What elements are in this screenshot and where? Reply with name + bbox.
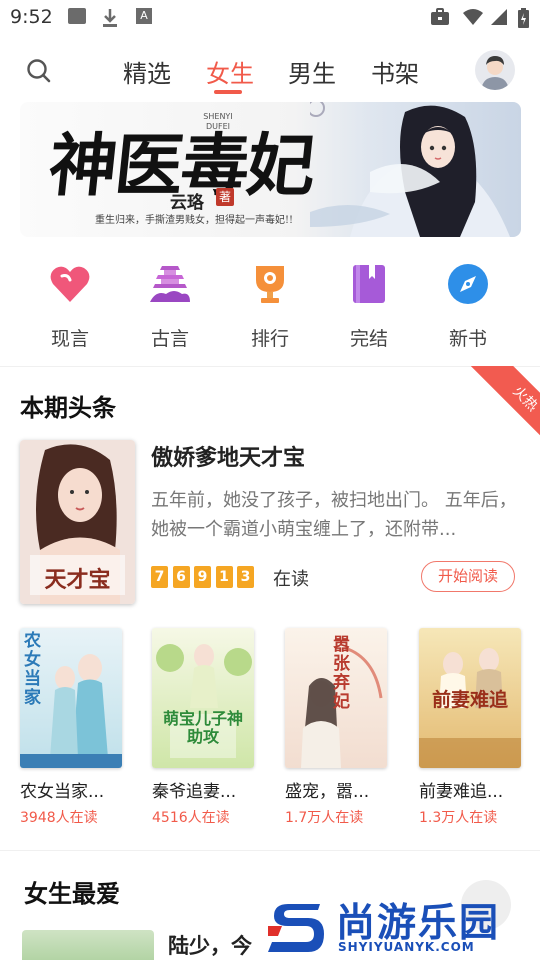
heart-icon (50, 266, 90, 302)
featured-cover-text: 天才宝 (44, 567, 111, 593)
watermark-url: SHYIYUANYK.COM (338, 940, 475, 954)
book-readers: 1.3万人在读 (419, 810, 498, 826)
reader-digit: 3 (237, 566, 254, 588)
book-cover-text: 前妻难追 (431, 689, 508, 711)
tab-bookshelf[interactable]: 书架 (371, 54, 419, 89)
category-label: 新书 (448, 328, 487, 350)
trophy-icon (256, 266, 284, 303)
battery-icon (518, 8, 529, 28)
book-title: 前妻难追... (419, 782, 504, 802)
banner-seal: 著 (216, 188, 234, 206)
featured-book-cover[interactable]: 天才宝 (20, 440, 135, 604)
book-card[interactable]: 农女当家 农女当家... 3948人在读 (20, 628, 122, 827)
book-readers: 4516人在读 (152, 810, 230, 826)
image-icon (68, 8, 86, 24)
category-completed[interactable]: 完结 (339, 262, 399, 351)
reader-count: 76913 (151, 566, 259, 588)
start-reading-button[interactable]: 开始阅读 (421, 561, 515, 592)
active-tab-indicator (214, 90, 242, 94)
book-card[interactable]: 嚣张弃妃 盛宠，嚣... 1.7万人在读 (285, 628, 387, 827)
watermark-logo-icon (268, 904, 324, 952)
category-label: 完结 (349, 328, 388, 350)
book-cover[interactable]: 嚣张弃妃 (285, 628, 387, 768)
book-card[interactable]: 萌宝儿子神助攻 秦爷追妻... 4516人在读 (152, 628, 254, 827)
featured-book-description: 五年前，她没了孩子，被扫地出门。 五年后，她被一个霸道小萌宝缠上了，还附带... (151, 490, 517, 540)
book-title[interactable]: 陆少，今 (168, 930, 252, 960)
book-cover-text: 嚣张弃妃 (333, 635, 350, 712)
user-avatar-icon[interactable] (475, 50, 515, 90)
book-title: 盛宠，嚣... (285, 782, 370, 802)
signal-icon (491, 9, 507, 25)
top-nav: 精选 女生 男生 书架 (0, 40, 540, 100)
reader-digit: 1 (215, 566, 233, 588)
book-cover[interactable]: 萌宝儿子神助攻 (152, 628, 254, 768)
category-ranking[interactable]: 排行 (240, 262, 300, 351)
reader-digit: 9 (194, 566, 211, 588)
a-icon: A (136, 8, 152, 24)
banner-character-image (310, 102, 510, 237)
book-title: 秦爷追妻... (152, 782, 237, 802)
banner-tagline: 重生归来，手撕渣男贱女，担得起一声毒妃!! (95, 215, 294, 226)
divider (0, 850, 540, 851)
book-cover-text: 萌宝儿子神助攻 (162, 709, 243, 746)
compass-icon (448, 264, 488, 304)
tab-featured[interactable]: 精选 (123, 54, 171, 89)
book-cover[interactable]: 前妻难追 (419, 628, 521, 768)
reader-digit: 6 (172, 566, 190, 588)
hot-ribbon: 火热 (440, 366, 540, 466)
reader-count-suffix: 在读 (273, 569, 309, 590)
tab-female[interactable]: 女生 (206, 54, 254, 89)
reader-digit: 7 (151, 566, 168, 588)
download-icon (103, 9, 117, 27)
book-cover[interactable]: 农女当家 (20, 628, 122, 768)
wifi-icon (463, 9, 483, 25)
category-new-books[interactable]: 新书 (438, 262, 498, 351)
book-title: 农女当家... (20, 782, 105, 802)
banner-author: 云珞 (170, 193, 204, 213)
book-icon (353, 265, 385, 303)
status-time: 9:52 (10, 6, 53, 28)
book-cover[interactable] (22, 930, 154, 960)
bag-icon (431, 8, 449, 25)
banner-subtitle: SHENYI DUFEI (203, 112, 233, 131)
ribbon-label: 火热 (461, 366, 540, 463)
section-title-favorites: 女生最爱 (24, 880, 120, 908)
status-bar: 9:52 A (0, 0, 540, 36)
featured-book-title[interactable]: 傲娇爹地天才宝 (151, 440, 305, 472)
book-card[interactable]: 前妻难追 前妻难追... 1.3万人在读 (419, 628, 521, 827)
category-ancient-romance[interactable]: 古言 (140, 262, 200, 351)
search-icon[interactable] (26, 58, 52, 84)
category-label: 排行 (250, 328, 289, 350)
book-cover-text: 农女当家 (24, 631, 41, 708)
category-label: 古言 (150, 328, 189, 350)
tab-male[interactable]: 男生 (288, 54, 336, 89)
category-modern-romance[interactable]: 现言 (40, 262, 100, 351)
site-watermark: 尚游乐园 SHYIYUANYK.COM (268, 890, 540, 960)
pagoda-icon (150, 266, 190, 302)
book-readers: 1.7万人在读 (285, 810, 364, 826)
category-label: 现言 (50, 328, 89, 350)
banner-carousel[interactable]: 神医毒妃 SHENYI DUFEI 云珞 著 重生归来，手撕渣男贱女，担得起一声… (20, 102, 521, 237)
section-title-headlines: 本期头条 (20, 394, 116, 422)
book-readers: 3948人在读 (20, 810, 98, 826)
